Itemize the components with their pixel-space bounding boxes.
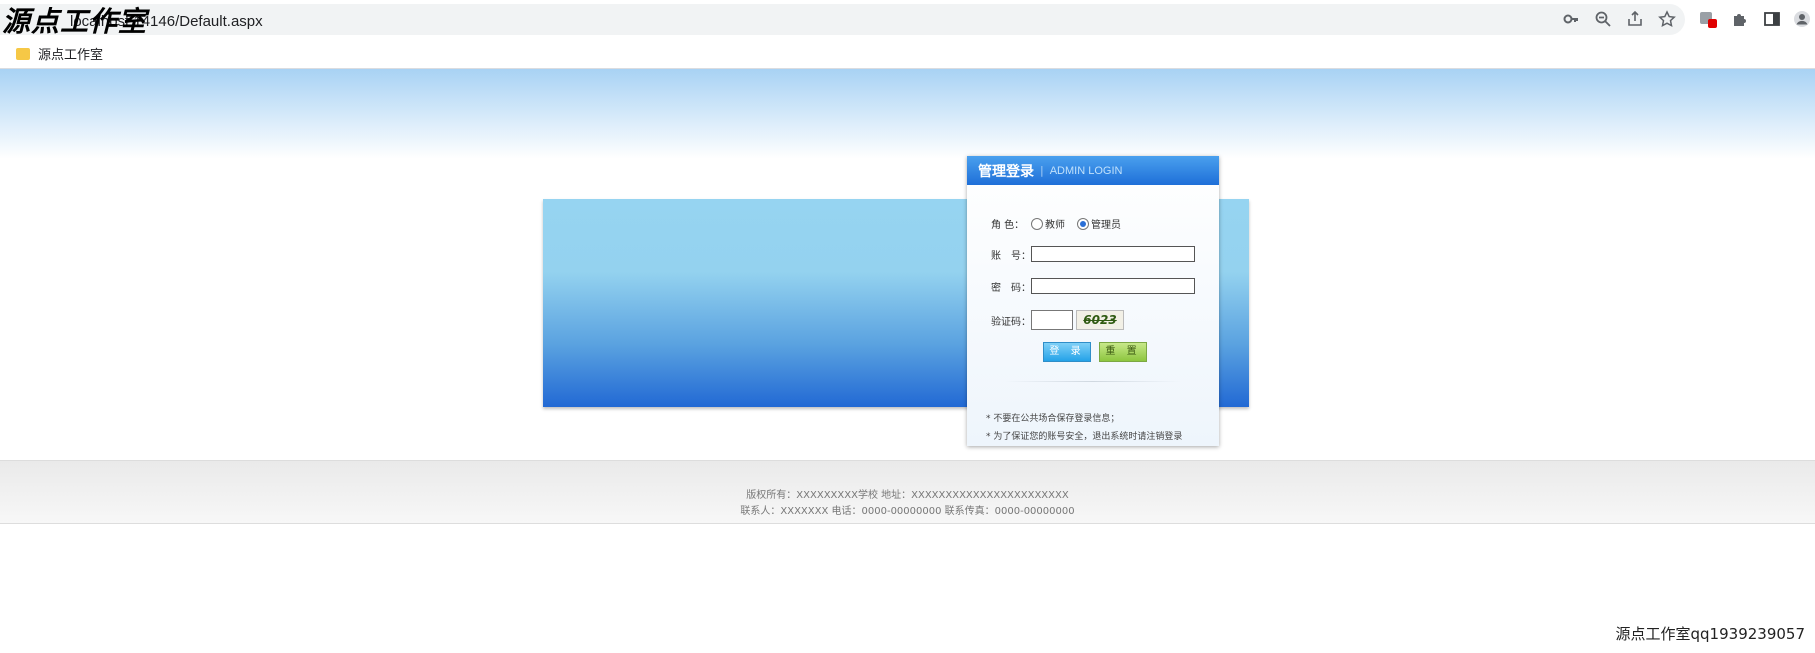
footer-contact: 联系人：XXXXXXX 电话：0000-00000000 联系传真：0000-0… [740,506,1075,517]
password-label: 密 码： [991,282,1031,294]
key-icon[interactable] [1562,10,1580,28]
captcha-row: 验证码： 6023 [991,310,1124,330]
tip-line-1: * 不要在公共场合保存登录信息； [986,414,1120,424]
divider [1005,381,1181,382]
footer: 版权所有：XXXXXXXXX学校 地址：XXXXXXXXXXXXXXXXXXXX… [0,460,1815,524]
reset-button[interactable]: 重 置 [1099,342,1147,362]
tip-line-2: * 为了保证您的账号安全，退出系统时请注销登录 [986,432,1183,442]
puzzle-icon[interactable] [1731,10,1749,28]
account-row: 账 号： [991,246,1195,262]
address-bar[interactable]: localhost:14146/Default.aspx [0,4,1685,35]
role-option-teacher[interactable]: 教师 [1045,216,1065,231]
login-title: 管理登录 [978,163,1034,180]
role-row: 角 色： 教师 管理员 [991,216,1133,231]
extension-badge-icon[interactable] [1699,10,1717,28]
role-label: 角 色： [991,220,1025,231]
side-panel-icon[interactable] [1763,10,1781,28]
footer-copyright: 版权所有：XXXXXXXXX学校 地址：XXXXXXXXXXXXXXXXXXXX… [746,490,1069,501]
profile-icon[interactable] [1793,10,1811,28]
role-radio-teacher[interactable] [1031,217,1043,230]
folder-icon [16,47,30,60]
captcha-label: 验证码： [991,316,1031,328]
login-panel: 管理登录 | ADMIN LOGIN 角 色： 教师 管理员 账 号： 密 码：… [967,156,1219,446]
bookmark-item[interactable]: 源点工作室 [16,44,103,63]
header-divider: | [1040,164,1044,177]
star-icon[interactable] [1658,10,1676,28]
watermark-top: 源点工作室 [2,5,148,38]
password-row: 密 码： [991,278,1195,294]
login-subtitle: ADMIN LOGIN [1049,164,1123,177]
captcha-input[interactable] [1031,310,1073,330]
captcha-image[interactable]: 6023 [1076,310,1124,330]
zoom-icon[interactable] [1594,10,1612,28]
bookmarks-bar: 源点工作室 [0,36,1815,69]
watermark-bottom: 源点工作室qq1939239057 [1615,625,1805,643]
login-button[interactable]: 登 录 [1043,342,1091,362]
browser-toolbar: localhost:14146/Default.aspx [0,0,1815,36]
password-input[interactable] [1031,278,1195,294]
login-header: 管理登录 | ADMIN LOGIN [967,156,1219,185]
role-radio-admin[interactable] [1077,217,1089,230]
page-header-gradient [0,69,1815,159]
account-label: 账 号： [991,250,1031,262]
account-input[interactable] [1031,246,1195,262]
share-icon[interactable] [1626,10,1644,28]
role-option-admin[interactable]: 管理员 [1091,216,1121,231]
bookmark-label: 源点工作室 [38,48,104,63]
